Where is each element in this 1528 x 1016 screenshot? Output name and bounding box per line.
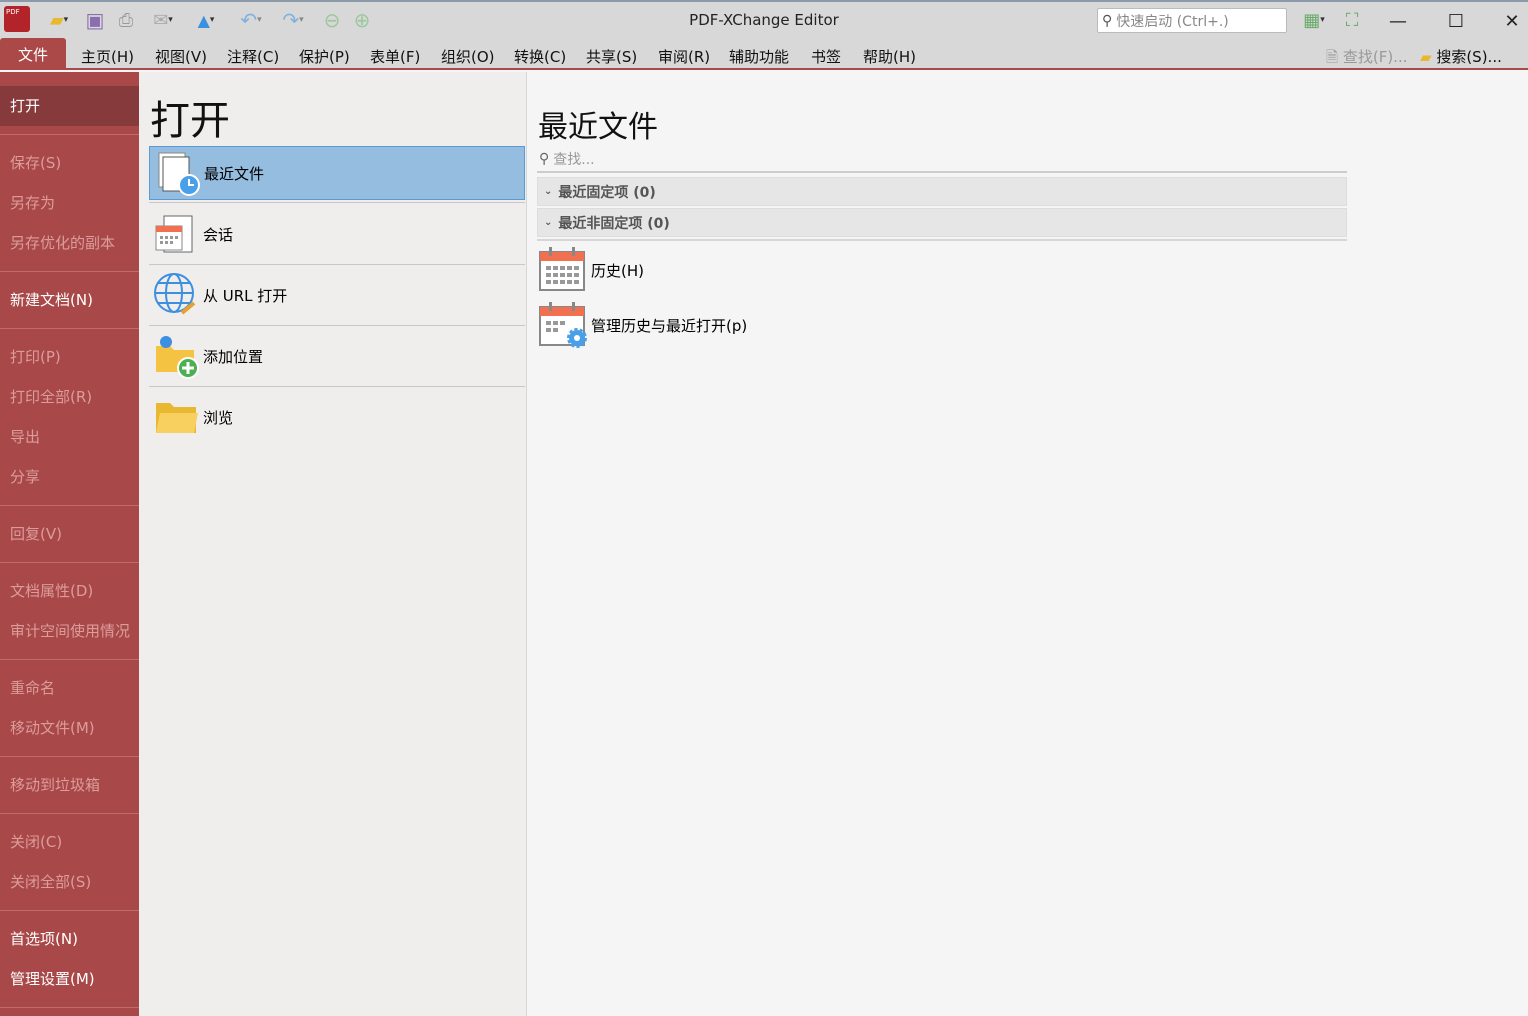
- session-icon: [149, 209, 203, 259]
- sidebar-group: 移动到垃圾箱: [0, 757, 139, 814]
- sidebar-item[interactable]: 关闭(C): [0, 822, 139, 862]
- globe-link-icon: [149, 270, 203, 320]
- search-folder-icon: ▰: [1420, 48, 1432, 66]
- recent-files-icon: [150, 148, 204, 198]
- chevron-down-icon: ⌄: [544, 186, 553, 197]
- sidebar-item[interactable]: 首选项(N): [0, 919, 139, 959]
- search-button[interactable]: ▰ 搜索(S)...: [1420, 46, 1502, 67]
- sidebar-group: 文档属性(D) 审计空间使用情况: [0, 563, 139, 660]
- menu-accessibility[interactable]: 辅助功能: [729, 46, 789, 67]
- sidebar-item[interactable]: 移动到垃圾箱: [0, 765, 139, 805]
- menu-review[interactable]: 审阅(R): [658, 46, 710, 67]
- menu-comment[interactable]: 注释(C): [227, 46, 279, 67]
- sidebar-group: 打开: [0, 72, 139, 135]
- menu-bookmarks[interactable]: 书签: [811, 46, 841, 67]
- title-bar: PDF ▰ ▾ ▣ ⎙ ✉ ▾ ▲ ▾ ↶ ▾ ↷ ▾ ⊖ ⊕ PDF-XChange E…: [0, 0, 1528, 38]
- browse[interactable]: 浏览: [149, 390, 525, 444]
- sidebar-group: 新建文档(N): [0, 272, 139, 329]
- sidebar-item[interactable]: 关闭全部(S): [0, 862, 139, 902]
- divider: [149, 264, 525, 265]
- menu-home[interactable]: 主页(H): [81, 46, 134, 67]
- menu-view[interactable]: 视图(V): [155, 46, 207, 67]
- add-location[interactable]: 添加位置: [149, 329, 525, 383]
- find-button[interactable]: 🗎 查找(F)...: [1326, 46, 1407, 72]
- file-sidebar: 打开 保存(S) 另存为 另存优化的副本 新建文档(N) 打印(P) 打印全部(R) 导出 分享…: [0, 72, 139, 1016]
- calendar-settings-icon: [539, 302, 587, 348]
- sidebar-group: 回复(V): [0, 506, 139, 563]
- menu-protect[interactable]: 保护(P): [299, 46, 350, 67]
- recent-files-panel: 最近文件 ⚲ 查找... ⌄ 最近固定项 (0) ⌄ 最近非固定项 (0) 历史(H)…: [527, 72, 1528, 1016]
- maximize-button[interactable]: ☐: [1436, 8, 1476, 34]
- panel-title: 打开: [150, 98, 230, 144]
- sidebar-item[interactable]: 打开: [0, 86, 139, 126]
- folder-icon: [149, 392, 203, 442]
- search-icon: ⚲: [539, 151, 550, 167]
- sidebar-item[interactable]: 管理设置(M): [0, 959, 139, 999]
- sidebar-item[interactable]: 导出: [0, 417, 139, 457]
- divider: [149, 386, 525, 387]
- sidebar-item[interactable]: 新建文档(N): [0, 280, 139, 320]
- sidebar-group: 打印(P) 打印全部(R) 导出 分享: [0, 329, 139, 506]
- sidebar-item[interactable]: 保存(S): [0, 143, 139, 183]
- menu-bar: 文件 主页(H) 视图(V) 注释(C) 保护(P) 表单(F) 组织(O) 转…: [0, 38, 1528, 70]
- sidebar-item[interactable]: 打印全部(R): [0, 377, 139, 417]
- menu-organize[interactable]: 组织(O): [441, 46, 495, 67]
- sidebar-group: 首选项(N) 管理设置(M): [0, 911, 139, 1008]
- open-recent-files[interactable]: 最近文件: [149, 146, 525, 200]
- sidebar-item[interactable]: 重命名: [0, 668, 139, 708]
- sidebar-group: 关闭(C) 关闭全部(S): [0, 814, 139, 911]
- recent-search-input[interactable]: ⚲ 查找...: [537, 147, 1347, 173]
- minimize-button[interactable]: —: [1378, 8, 1418, 34]
- sidebar-item[interactable]: 审计空间使用情况: [0, 611, 139, 651]
- calendar-icon: [539, 247, 585, 291]
- close-button[interactable]: ✕: [1492, 8, 1528, 34]
- sidebar-item[interactable]: 移动文件(M): [0, 708, 139, 748]
- divider: [149, 202, 525, 203]
- open-panel: 打开 最近文件 会话 从 URL 打开 添加位置 浏览: [139, 72, 527, 1016]
- search-icon: ⚲: [1102, 12, 1113, 29]
- open-session[interactable]: 会话: [149, 207, 525, 261]
- manage-history-button[interactable]: 管理历史与最近打开(p): [539, 302, 747, 348]
- recent-title: 最近文件: [538, 110, 658, 145]
- menu-form[interactable]: 表单(F): [370, 46, 420, 67]
- sidebar-item[interactable]: 文档属性(D): [0, 571, 139, 611]
- chevron-down-icon: ⌄: [544, 217, 553, 228]
- section-pinned[interactable]: ⌄ 最近固定项 (0): [537, 177, 1347, 206]
- menu-file[interactable]: 文件: [0, 38, 66, 70]
- add-location-icon: [149, 331, 203, 381]
- sidebar-item[interactable]: 分享: [0, 457, 139, 497]
- menu-share[interactable]: 共享(S): [586, 46, 637, 67]
- section-unpinned[interactable]: ⌄ 最近非固定项 (0): [537, 208, 1347, 237]
- sidebar-item[interactable]: 打印(P): [0, 337, 139, 377]
- open-from-url[interactable]: 从 URL 打开: [149, 268, 525, 322]
- find-icon: 🗎: [1326, 48, 1339, 66]
- sidebar-group: 保存(S) 另存为 另存优化的副本: [0, 135, 139, 272]
- menu-convert[interactable]: 转换(C): [514, 46, 566, 67]
- quick-launch-input[interactable]: ⚲ 快速启动 (Ctrl+.): [1097, 8, 1287, 33]
- sidebar-item[interactable]: 另存为: [0, 183, 139, 223]
- ui-options-icon[interactable]: ▦ ▾: [1294, 8, 1334, 32]
- menu-help[interactable]: 帮助(H): [863, 46, 916, 67]
- fullscreen-icon[interactable]: ⛶: [1340, 8, 1364, 32]
- divider: [149, 325, 525, 326]
- divider: [537, 239, 1347, 241]
- sidebar-item[interactable]: 回复(V): [0, 514, 139, 554]
- history-button[interactable]: 历史(H): [539, 247, 644, 293]
- sidebar-item[interactable]: 另存优化的副本: [0, 223, 139, 263]
- sidebar-group: 重命名 移动文件(M): [0, 660, 139, 757]
